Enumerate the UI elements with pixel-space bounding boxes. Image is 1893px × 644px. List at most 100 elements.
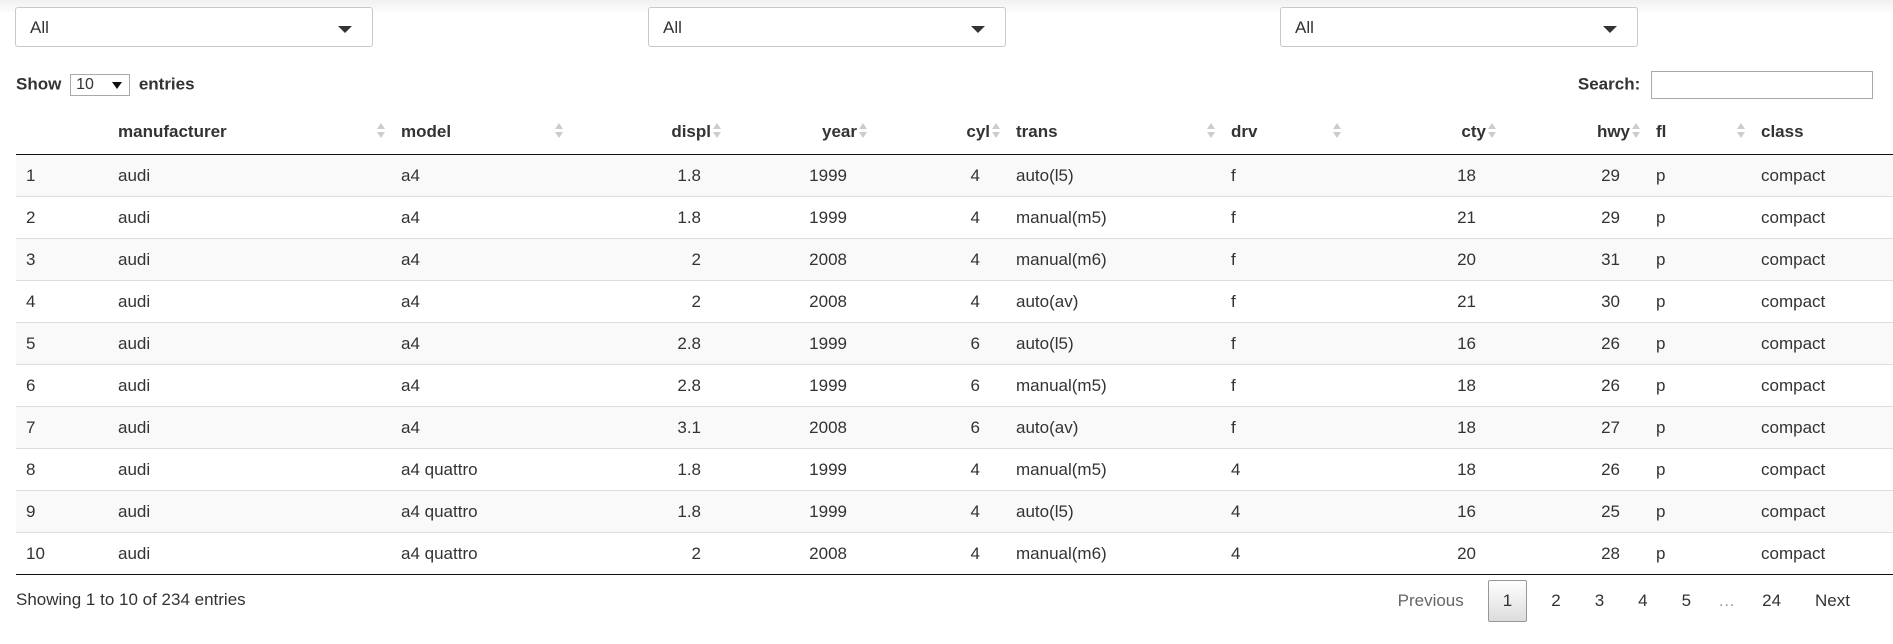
page-button-5[interactable]: 5 <box>1665 581 1708 621</box>
header-label: trans <box>1016 122 1058 141</box>
sort-icon <box>1207 123 1215 141</box>
table-cell-model: a4 quattro <box>391 448 569 491</box>
table-cell-trans: auto(l5) <box>1006 322 1221 365</box>
table-cell-cty: 18 <box>1347 406 1502 449</box>
table-cell-class: compact <box>1751 490 1893 533</box>
table-cell-manufacturer: audi <box>108 532 391 575</box>
table-cell-displ: 1.8 <box>569 490 727 533</box>
table-cell-fl: p <box>1646 448 1751 491</box>
page-length-select[interactable]: 10 <box>70 74 131 96</box>
table-cell-fl: p <box>1646 364 1751 407</box>
table-cell-model: a4 <box>391 154 569 197</box>
table-cell-drv: f <box>1221 364 1347 407</box>
table-cell-hwy: 26 <box>1502 322 1646 365</box>
table-cell-hwy: 30 <box>1502 280 1646 323</box>
page-button-4[interactable]: 4 <box>1621 581 1664 621</box>
table-cell-cyl: 4 <box>873 238 1006 281</box>
column-header-cty[interactable]: cty <box>1347 110 1502 155</box>
table-cell-displ: 1.8 <box>569 154 727 197</box>
filter-select-3[interactable]: All <box>1280 7 1638 47</box>
column-header-index[interactable] <box>16 110 108 155</box>
column-header-drv[interactable]: drv <box>1221 110 1347 155</box>
header-label: model <box>401 122 452 141</box>
column-header-model[interactable]: model <box>391 110 569 155</box>
table-cell-drv: f <box>1221 322 1347 365</box>
filter-value: All <box>1295 18 1314 37</box>
table-cell-drv: f <box>1221 238 1347 281</box>
table-row: 6 audi a4 2.8 1999 6 manual(m5) f 18 26 p compact <box>16 364 1893 407</box>
column-header-trans[interactable]: trans <box>1006 110 1221 155</box>
table-cell-drv: f <box>1221 280 1347 323</box>
table-cell-model: a4 <box>391 364 569 407</box>
column-header-cyl[interactable]: cyl <box>873 110 1006 155</box>
next-button[interactable]: Next <box>1798 581 1867 621</box>
table-cell-cyl: 4 <box>873 532 1006 575</box>
table-cell-cyl: 6 <box>873 406 1006 449</box>
table-cell-displ: 2 <box>569 238 727 281</box>
table-cell-cty: 20 <box>1347 532 1502 575</box>
chevron-down-icon <box>338 26 352 33</box>
table-cell-manufacturer: audi <box>108 406 391 449</box>
search-input[interactable] <box>1651 71 1873 99</box>
table-cell-manufacturer: audi <box>108 154 391 197</box>
search-control: Search: <box>1578 71 1873 99</box>
filter-select-1[interactable]: All <box>15 7 373 47</box>
page-button-3[interactable]: 3 <box>1578 581 1621 621</box>
table-cell-index: 6 <box>16 364 108 407</box>
table-cell-model: a4 <box>391 238 569 281</box>
page-button-1[interactable]: 1 <box>1487 580 1528 622</box>
table-cell-index: 8 <box>16 448 108 491</box>
header-label: cyl <box>966 122 990 141</box>
table-cell-year: 1999 <box>727 154 873 197</box>
table-cell-trans: manual(m5) <box>1006 196 1221 239</box>
table-cell-fl: p <box>1646 490 1751 533</box>
table-cell-year: 2008 <box>727 238 873 281</box>
sort-icon <box>713 123 721 141</box>
table-cell-year: 1999 <box>727 448 873 491</box>
table-cell-index: 5 <box>16 322 108 365</box>
column-header-manufacturer[interactable]: manufacturer <box>108 110 391 155</box>
table-cell-year: 2008 <box>727 532 873 575</box>
table-row: 10 audi a4 quattro 2 2008 4 manual(m6) 4 20 28 p co… <box>16 532 1893 575</box>
column-header-year[interactable]: year <box>727 110 873 155</box>
table-cell-index: 2 <box>16 196 108 239</box>
table-cell-index: 1 <box>16 154 108 197</box>
chevron-down-icon <box>1603 26 1617 33</box>
table-cell-hwy: 29 <box>1502 196 1646 239</box>
sort-icon <box>555 123 563 141</box>
page-button-2[interactable]: 2 <box>1534 581 1577 621</box>
filter-select-2[interactable]: All <box>648 7 1006 47</box>
table-cell-drv: f <box>1221 406 1347 449</box>
table-cell-model: a4 <box>391 406 569 449</box>
table-cell-cty: 18 <box>1347 448 1502 491</box>
page-button-24[interactable]: 24 <box>1745 581 1798 621</box>
table-cell-cyl: 4 <box>873 490 1006 533</box>
table-cell-trans: manual(m5) <box>1006 448 1221 491</box>
table-cell-displ: 2 <box>569 280 727 323</box>
table-cell-cty: 21 <box>1347 196 1502 239</box>
previous-button[interactable]: Previous <box>1381 581 1481 621</box>
table-cell-trans: auto(av) <box>1006 280 1221 323</box>
column-header-hwy[interactable]: hwy <box>1502 110 1646 155</box>
table-cell-trans: auto(av) <box>1006 406 1221 449</box>
table-row: 2 audi a4 1.8 1999 4 manual(m5) f 21 29 p compact <box>16 196 1893 239</box>
table-body: 1 audi a4 1.8 1999 4 auto(l5) f 18 29 p compact 2 aud… <box>16 154 1893 575</box>
table-cell-trans: manual(m6) <box>1006 238 1221 281</box>
column-header-fl[interactable]: fl <box>1646 110 1751 155</box>
table-cell-model: a4 <box>391 280 569 323</box>
sort-icon <box>1333 123 1341 141</box>
sort-icon <box>1488 123 1496 141</box>
table-cell-hwy: 29 <box>1502 154 1646 197</box>
table-row: 3 audi a4 2 2008 4 manual(m6) f 20 31 p compact <box>16 238 1893 281</box>
table-cell-year: 1999 <box>727 196 873 239</box>
table-cell-fl: p <box>1646 406 1751 449</box>
table-cell-cyl: 4 <box>873 280 1006 323</box>
table-cell-drv: f <box>1221 196 1347 239</box>
table-cell-drv: f <box>1221 154 1347 197</box>
table-cell-manufacturer: audi <box>108 364 391 407</box>
column-header-class[interactable]: class <box>1751 110 1893 155</box>
table-cell-trans: auto(l5) <box>1006 154 1221 197</box>
column-header-displ[interactable]: displ <box>569 110 727 155</box>
header-label: manufacturer <box>118 122 227 141</box>
table-row: 9 audi a4 quattro 1.8 1999 4 auto(l5) 4 16 25 p com… <box>16 490 1893 533</box>
